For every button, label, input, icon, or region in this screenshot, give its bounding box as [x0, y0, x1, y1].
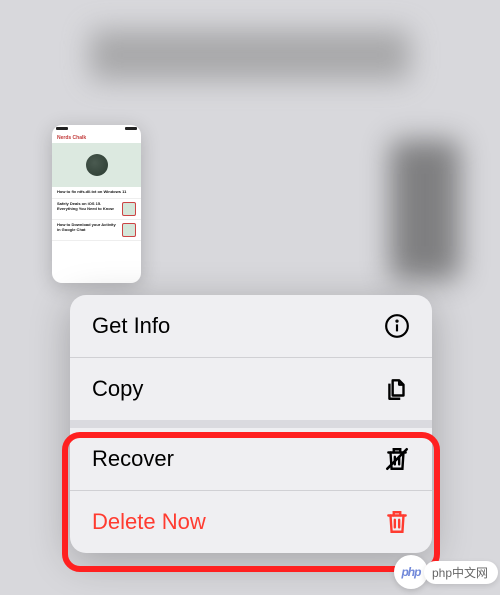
- copy-label: Copy: [92, 376, 143, 402]
- thumbnail-brand: Nerds Chalk: [52, 133, 141, 143]
- delete-now-button[interactable]: Delete Now: [70, 491, 432, 553]
- get-info-button[interactable]: Get Info: [70, 295, 432, 357]
- watermark-text: php中文网: [424, 561, 498, 584]
- recover-button[interactable]: Recover: [70, 428, 432, 490]
- info-icon: [384, 313, 410, 339]
- copy-button[interactable]: Copy: [70, 358, 432, 420]
- trash-slash-icon: [384, 446, 410, 472]
- file-thumbnail: Nerds Chalk How to fix ntfs.dll.txt on W…: [52, 125, 141, 283]
- get-info-label: Get Info: [92, 313, 170, 339]
- trash-icon: [384, 509, 410, 535]
- menu-divider-thick: [70, 420, 432, 428]
- watermark-logo: php: [394, 555, 428, 589]
- recover-label: Recover: [92, 446, 174, 472]
- copy-icon: [384, 376, 410, 402]
- context-menu: Get Info Copy Recover: [70, 295, 432, 553]
- watermark: php php中文网: [394, 555, 498, 589]
- delete-now-label: Delete Now: [92, 509, 206, 535]
